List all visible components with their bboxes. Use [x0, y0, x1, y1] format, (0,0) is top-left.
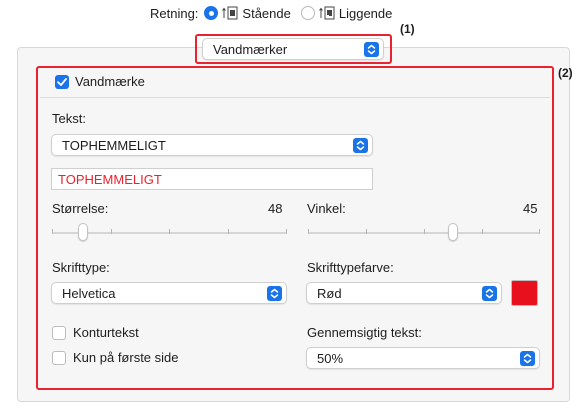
orientation-label: Retning:: [150, 5, 199, 21]
first-page-only-checkbox[interactable]: [52, 351, 66, 365]
landscape-label[interactable]: Liggende: [339, 6, 393, 21]
section-popup-value: Vandmærker: [213, 42, 288, 57]
chevron-updown-icon: [353, 138, 368, 153]
watermark-text-field[interactable]: TOPHEMMELIGT: [51, 168, 373, 190]
orientation-row: Retning: Stående Liggende: [150, 4, 402, 22]
section-popup[interactable]: Vandmærker: [202, 38, 384, 60]
angle-slider-tick: [366, 229, 367, 234]
angle-slider-tick: [308, 229, 309, 234]
angle-label: Vinkel:: [307, 201, 346, 216]
font-popup-value: Helvetica: [62, 286, 116, 301]
transparency-label: Gennemsigtig tekst:: [307, 325, 422, 340]
size-slider-knob[interactable]: [77, 223, 88, 241]
size-slider-tick: [286, 229, 287, 234]
font-color-label: Skrifttypefarve:: [307, 260, 394, 275]
portrait-label[interactable]: Stående: [242, 6, 290, 21]
size-value: 48: [268, 201, 283, 216]
angle-slider-tick: [424, 229, 425, 234]
chevron-updown-icon: [520, 351, 535, 366]
transparency-popup-value: 50%: [317, 351, 344, 366]
transparency-popup[interactable]: 50%: [306, 347, 540, 369]
outline-text-checkbox[interactable]: [52, 326, 66, 340]
landscape-radio[interactable]: [300, 6, 315, 20]
landscape-orientation-icon: [318, 6, 335, 20]
chevron-updown-icon: [482, 286, 497, 301]
callout-2-highlight: [36, 66, 554, 390]
watermark-checkbox[interactable]: [55, 75, 69, 89]
watermark-checkbox-label[interactable]: Vandmærke: [75, 74, 145, 89]
callout-1: (1): [400, 22, 415, 36]
size-slider-tick: [52, 229, 53, 234]
angle-slider-tick: [539, 229, 540, 234]
chevron-updown-icon: [364, 42, 379, 57]
font-color-popup[interactable]: Rød: [306, 282, 502, 304]
size-slider-tick: [228, 229, 229, 234]
angle-slider-knob[interactable]: [448, 223, 458, 241]
font-popup[interactable]: Helvetica: [51, 282, 287, 304]
text-popup-value: TOPHEMMELIGT: [62, 138, 166, 153]
checkmark-icon: [57, 78, 67, 86]
size-slider-tick: [111, 229, 112, 234]
outline-text-label[interactable]: Konturtekst: [73, 325, 139, 340]
chevron-updown-icon: [267, 286, 282, 301]
first-page-only-label[interactable]: Kun på første side: [73, 350, 179, 365]
font-color-swatch[interactable]: [511, 280, 538, 306]
size-label: Størrelse:: [52, 201, 109, 216]
watermark-text-field-value: TOPHEMMELIGT: [58, 172, 162, 187]
angle-slider-tick: [482, 229, 483, 234]
font-label: Skrifttype:: [52, 260, 110, 275]
text-label: Tekst:: [52, 111, 86, 126]
portrait-orientation-icon: [222, 6, 238, 20]
size-slider-tick: [169, 229, 170, 234]
portrait-radio[interactable]: [204, 6, 219, 20]
font-color-popup-value: Rød: [317, 286, 342, 301]
text-popup[interactable]: TOPHEMMELIGT: [51, 134, 373, 156]
divider: [40, 97, 550, 98]
callout-2: (2): [558, 66, 573, 80]
angle-value: 45: [523, 201, 538, 216]
